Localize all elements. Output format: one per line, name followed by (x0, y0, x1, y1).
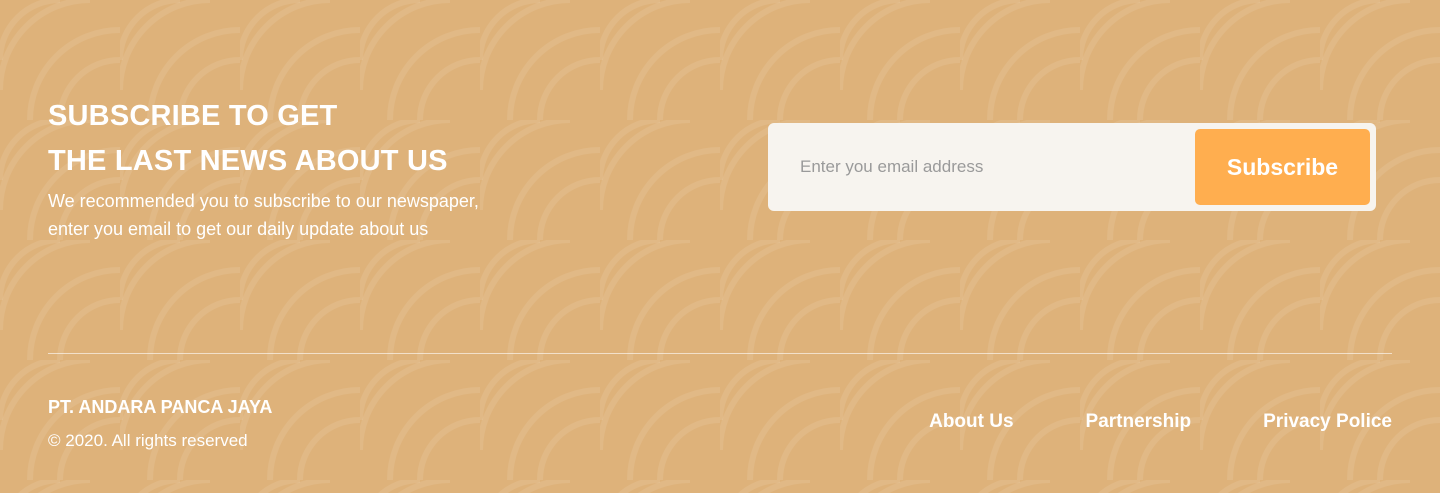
headline-line-1: SUBSCRIBE TO GET (48, 100, 338, 132)
email-input[interactable] (784, 137, 1184, 197)
link-about-us[interactable]: About Us (929, 411, 1013, 433)
headline-line-2: THE LAST NEWS ABOUT US (48, 145, 448, 177)
footer-links: About Us Partnership Privacy Police (929, 411, 1392, 433)
description-line-2: enter you email to get our daily update … (48, 219, 429, 239)
newsletter-description: We recommended you to subscribe to our n… (48, 187, 568, 243)
company-name: PT. ANDARA PANCA JAYA (48, 397, 273, 417)
copyright-text: © 2020. All rights reserved (48, 431, 248, 450)
newsletter-headline: SUBSCRIBE TO GET THE LAST NEWS ABOUT US (48, 94, 448, 184)
link-partnership[interactable]: Partnership (1086, 411, 1192, 433)
link-privacy-police[interactable]: Privacy Police (1263, 411, 1392, 433)
description-line-1: We recommended you to subscribe to our n… (48, 191, 479, 211)
footer-divider (48, 353, 1392, 354)
subscribe-form: Subscribe (768, 123, 1376, 211)
footer-section: SUBSCRIBE TO GET THE LAST NEWS ABOUT US … (0, 0, 1440, 493)
subscribe-button[interactable]: Subscribe (1195, 129, 1370, 205)
